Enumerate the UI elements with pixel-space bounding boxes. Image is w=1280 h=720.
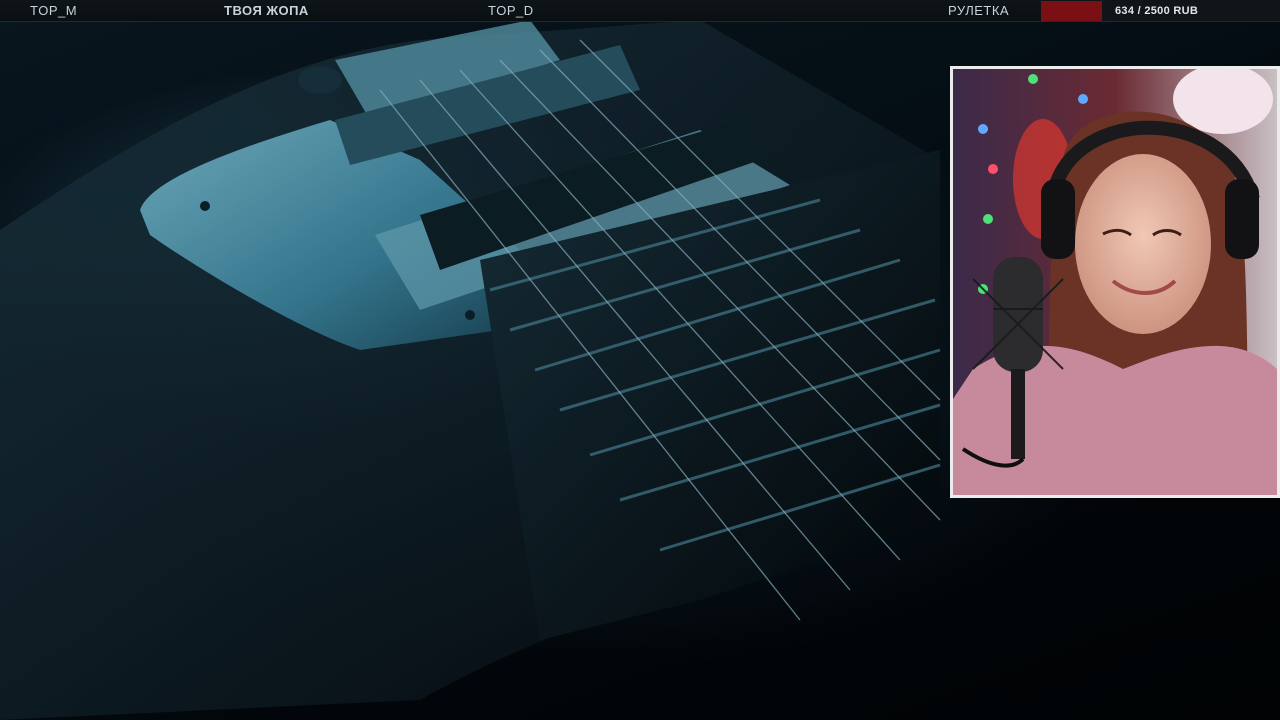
webcam-feed-image bbox=[953, 69, 1277, 495]
stream-canvas: TOP_M ТВОЯ ЖОПА TOP_D РУЛЕТКА 634 / 2500… bbox=[0, 0, 1280, 720]
webcam-frame bbox=[950, 66, 1280, 498]
top-day-label: TOP_D bbox=[488, 3, 534, 18]
donation-goal-bar: 634 / 2500 RUB bbox=[1041, 1, 1280, 21]
top-month-label: TOP_M bbox=[30, 3, 78, 18]
donation-goal-progress bbox=[1041, 1, 1102, 21]
top-month-value: ТВОЯ ЖОПА bbox=[224, 3, 309, 18]
roulette-label: РУЛЕТКА bbox=[948, 3, 1010, 18]
stream-overlay-bar: TOP_M ТВОЯ ЖОПА TOP_D РУЛЕТКА 634 / 2500… bbox=[0, 0, 1280, 22]
donation-goal-text: 634 / 2500 RUB bbox=[1115, 5, 1199, 17]
